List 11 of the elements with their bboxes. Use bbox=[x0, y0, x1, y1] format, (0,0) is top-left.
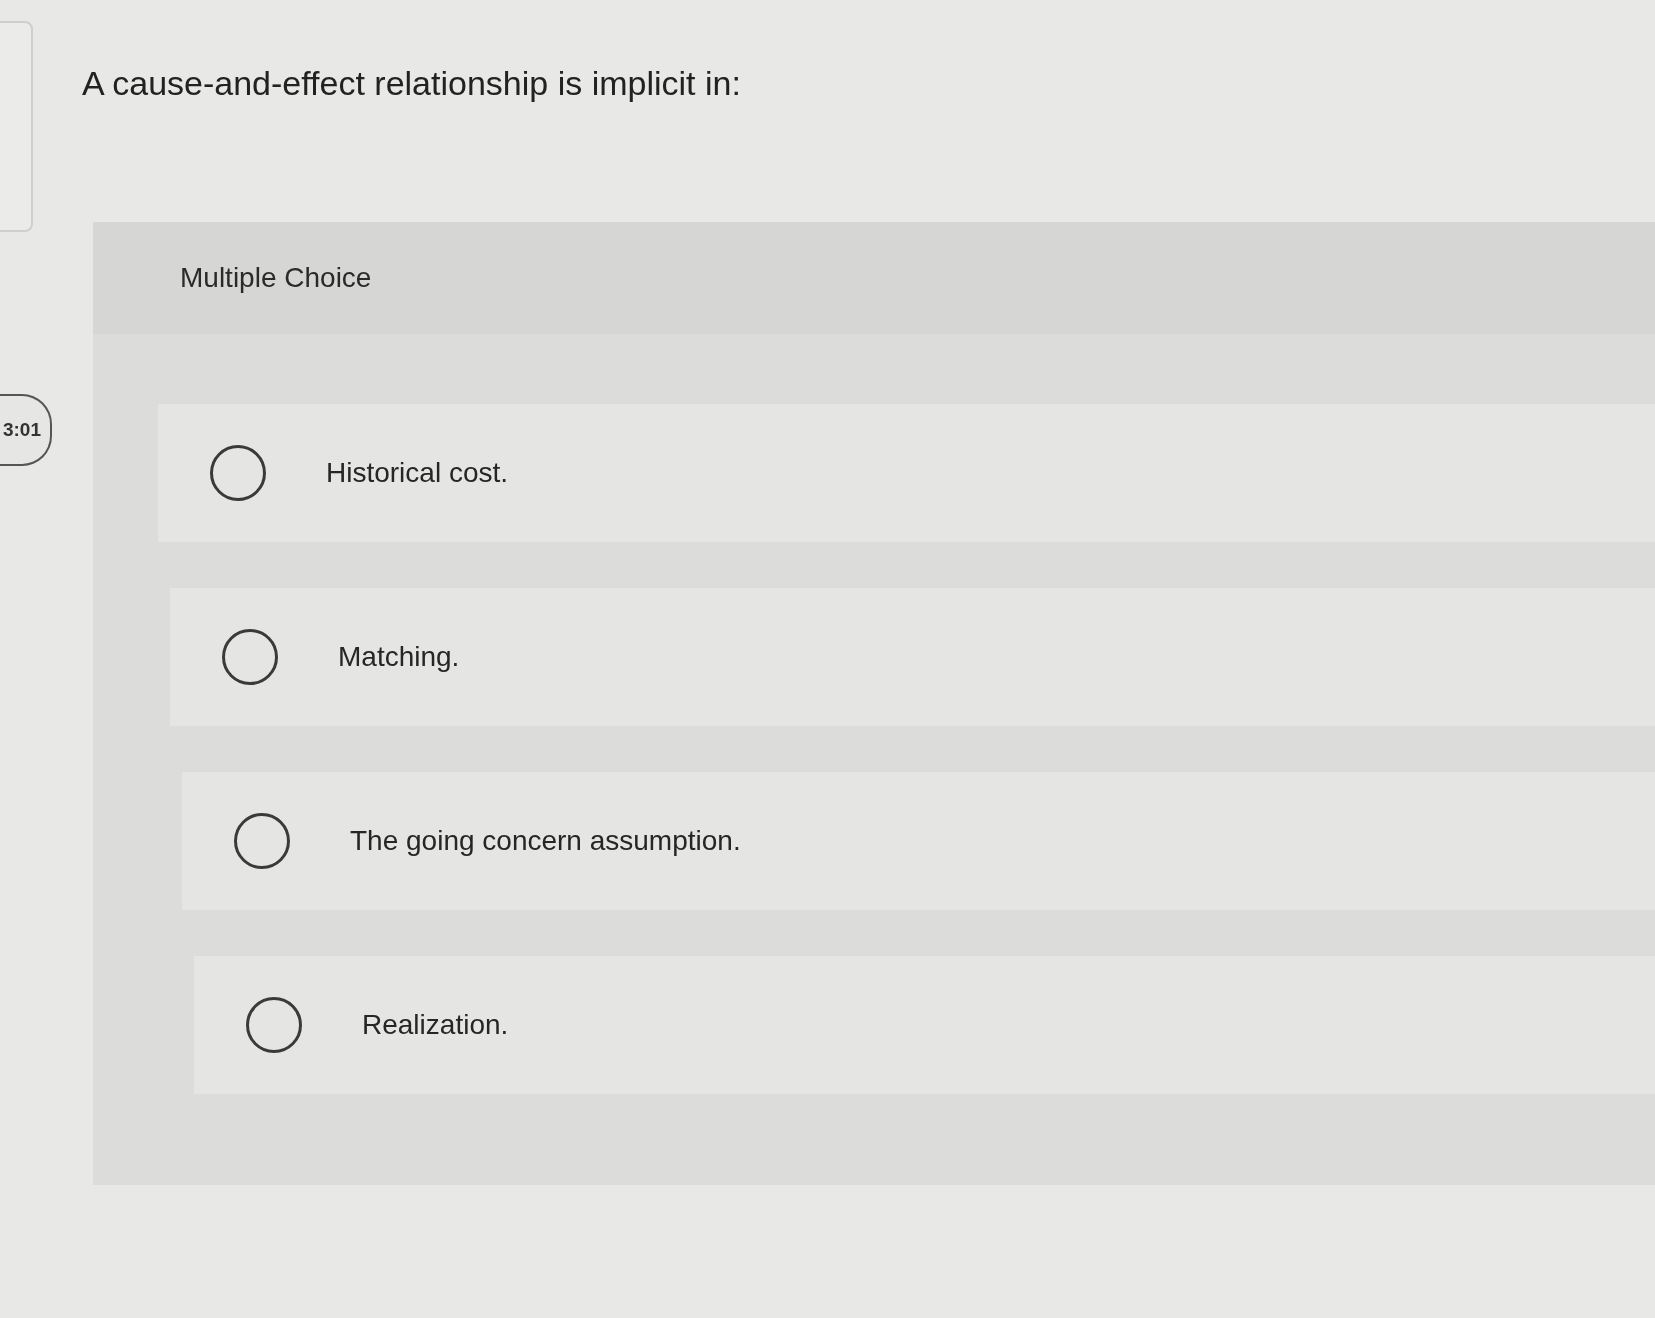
answer-option[interactable]: Realization. bbox=[194, 956, 1655, 1094]
answer-option[interactable]: Historical cost. bbox=[158, 404, 1655, 542]
question-type-label: Multiple Choice bbox=[180, 262, 372, 294]
radio-icon[interactable] bbox=[234, 813, 290, 869]
timer-badge: 3:01 bbox=[0, 394, 52, 466]
radio-icon[interactable] bbox=[246, 997, 302, 1053]
answer-option[interactable]: Matching. bbox=[170, 588, 1655, 726]
answer-option[interactable]: The going concern assumption. bbox=[182, 772, 1655, 910]
radio-icon[interactable] bbox=[210, 445, 266, 501]
question-text: A cause-and-effect relationship is implicit in: bbox=[82, 63, 742, 104]
radio-icon[interactable] bbox=[222, 629, 278, 685]
